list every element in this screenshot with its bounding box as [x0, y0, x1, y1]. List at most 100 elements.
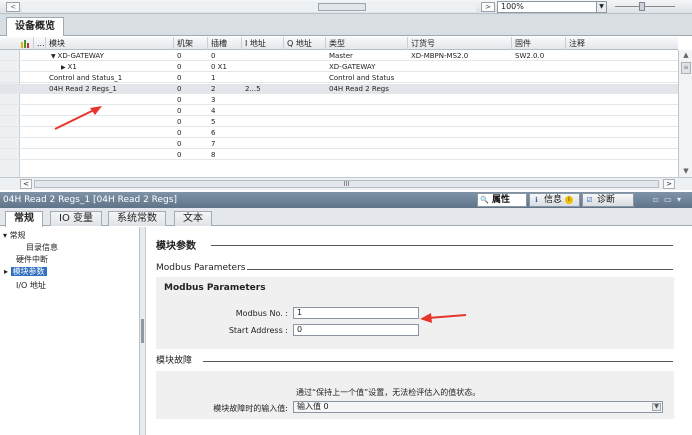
header-expand[interactable]: ...	[34, 37, 46, 50]
cell-rack[interactable]: 0	[174, 95, 208, 105]
cell-order[interactable]	[408, 95, 512, 105]
filter-icon[interactable]	[20, 37, 34, 50]
cell-iaddr[interactable]	[242, 139, 284, 149]
vertical-scrollbar[interactable]: ▲ ≡ ▼	[678, 50, 692, 177]
header-order-number[interactable]: 订货号	[408, 37, 512, 50]
header-rack[interactable]: 机架	[174, 37, 208, 50]
header-slot[interactable]: 插槽	[208, 37, 242, 50]
chevron-down-icon[interactable]: ▼	[596, 2, 606, 12]
cell-rack[interactable]: 0	[174, 73, 208, 83]
cell-type[interactable]	[326, 106, 408, 116]
cell-slot[interactable]: 5	[208, 117, 242, 127]
cell-slot[interactable]: 3	[208, 95, 242, 105]
table-row[interactable]: 07	[0, 139, 678, 149]
cell-rack[interactable]: 0	[174, 139, 208, 149]
cell-firmware[interactable]	[512, 62, 566, 72]
cell-firmware[interactable]	[512, 106, 566, 116]
nav-catalog-info[interactable]: 目录信息	[26, 243, 58, 253]
cell-iaddr[interactable]	[242, 150, 284, 160]
cell-firmware[interactable]: SW2.0.0	[512, 51, 566, 61]
header-type[interactable]: 类型	[326, 37, 408, 50]
cell-rack[interactable]: 0	[174, 62, 208, 72]
cell-module[interactable]: Control and Status_1	[46, 73, 174, 83]
cell-order[interactable]	[408, 150, 512, 160]
scroll-left-icon[interactable]: <	[20, 179, 32, 189]
tab-device-overview[interactable]: 设备概览	[6, 17, 64, 36]
nav-general[interactable]: ▾ 常规	[3, 231, 26, 241]
cell-iaddr[interactable]	[242, 51, 284, 61]
cell-type[interactable]	[326, 128, 408, 138]
cell-type[interactable]: XD-GATEWAY	[326, 62, 408, 72]
cell-type[interactable]	[326, 150, 408, 160]
cell-iaddr[interactable]	[242, 128, 284, 138]
tab-system-constants[interactable]: 系统常数	[108, 211, 166, 226]
nav-module-parameters[interactable]: 模块参数	[10, 267, 47, 276]
nav-splitter[interactable]	[140, 227, 146, 435]
tab-general[interactable]: 常规	[5, 211, 43, 227]
zoom-slider[interactable]	[615, 2, 675, 11]
cell-slot[interactable]: 4	[208, 106, 242, 116]
cell-order[interactable]: XD-MBPN-MS2.0	[408, 51, 512, 61]
cell-iaddr[interactable]	[242, 95, 284, 105]
tab-io-tags[interactable]: IO 变量	[50, 211, 102, 226]
cell-type[interactable]: 04H Read 2 Regs	[326, 84, 408, 94]
cell-rack[interactable]: 0	[174, 150, 208, 160]
scroll-right-button[interactable]: >	[481, 2, 495, 12]
cell-firmware[interactable]	[512, 139, 566, 149]
header-comment[interactable]: 注释	[566, 37, 678, 50]
header-firmware[interactable]: 固件	[512, 37, 566, 50]
nav-hardware-interrupt[interactable]: 硬件中断	[16, 255, 48, 265]
cell-order[interactable]	[408, 73, 512, 83]
modbus-no-input[interactable]: 1	[293, 307, 419, 319]
cell-order[interactable]	[408, 128, 512, 138]
table-row[interactable]: 04H Read 2 Regs_1 0 2 2...5 04H Read 2 Regs	[0, 84, 678, 94]
header-q-address[interactable]: Q 地址	[284, 37, 326, 50]
table-row[interactable]: Control and Status_1 0 1 Control and Status	[0, 73, 678, 83]
cell-slot[interactable]: 1	[208, 73, 242, 83]
zoom-slider-knob[interactable]	[639, 2, 645, 11]
splitter-grip[interactable]	[141, 319, 144, 343]
horizontal-scrollbar[interactable]: < III >	[0, 177, 692, 190]
header-module[interactable]: 模块	[46, 37, 174, 50]
cell-firmware[interactable]	[512, 73, 566, 83]
cell-slot[interactable]: 2	[208, 84, 242, 94]
cell-order[interactable]	[408, 117, 512, 127]
cell-firmware[interactable]	[512, 84, 566, 94]
info-button[interactable]: ℹ 信息 i	[529, 193, 580, 207]
cell-iaddr[interactable]	[242, 62, 284, 72]
properties-button[interactable]: 🔍 属性	[477, 193, 527, 207]
cell-slot[interactable]: 6	[208, 128, 242, 138]
scroll-left-button[interactable]: <	[6, 2, 20, 12]
cell-rack[interactable]: 0	[174, 117, 208, 127]
zoom-select[interactable]: 100% ▼	[497, 1, 607, 13]
cell-firmware[interactable]	[512, 95, 566, 105]
cell-type[interactable]	[326, 117, 408, 127]
cell-order[interactable]	[408, 106, 512, 116]
cell-module[interactable]	[46, 150, 174, 160]
cell-firmware[interactable]	[512, 150, 566, 160]
cell-slot[interactable]: 0 X1	[208, 62, 242, 72]
table-row[interactable]: ▶ X1 0 0 X1 XD-GATEWAY	[0, 62, 678, 72]
cell-type[interactable]: Master	[326, 51, 408, 61]
restore-icon[interactable]: ▫	[653, 195, 658, 204]
scroll-right-icon[interactable]: >	[663, 179, 675, 189]
diagnostics-button[interactable]: ☑ 诊断	[582, 193, 634, 207]
cell-rack[interactable]: 0	[174, 106, 208, 116]
cell-slot[interactable]: 8	[208, 150, 242, 160]
cell-rack[interactable]: 0	[174, 84, 208, 94]
nav-io-address[interactable]: I/O 地址	[16, 281, 46, 291]
scroll-up-icon[interactable]: ▲	[681, 51, 691, 60]
top-scrollbar-thumb[interactable]	[318, 3, 366, 11]
cell-iaddr[interactable]	[242, 117, 284, 127]
cell-iaddr[interactable]: 2...5	[242, 84, 284, 94]
chevron-down-icon[interactable]: ▼	[652, 403, 661, 411]
cell-module[interactable]: 04H Read 2 Regs_1	[46, 84, 174, 94]
cell-module[interactable]: ▶ X1	[58, 62, 174, 72]
cell-module[interactable]	[46, 139, 174, 149]
cell-slot[interactable]: 0	[208, 51, 242, 61]
cell-iaddr[interactable]	[242, 73, 284, 83]
cell-rack[interactable]: 0	[174, 51, 208, 61]
vertical-scrollbar-thumb[interactable]: ≡	[681, 62, 691, 74]
cell-order[interactable]	[408, 62, 512, 72]
scroll-down-icon[interactable]: ▼	[681, 167, 691, 176]
